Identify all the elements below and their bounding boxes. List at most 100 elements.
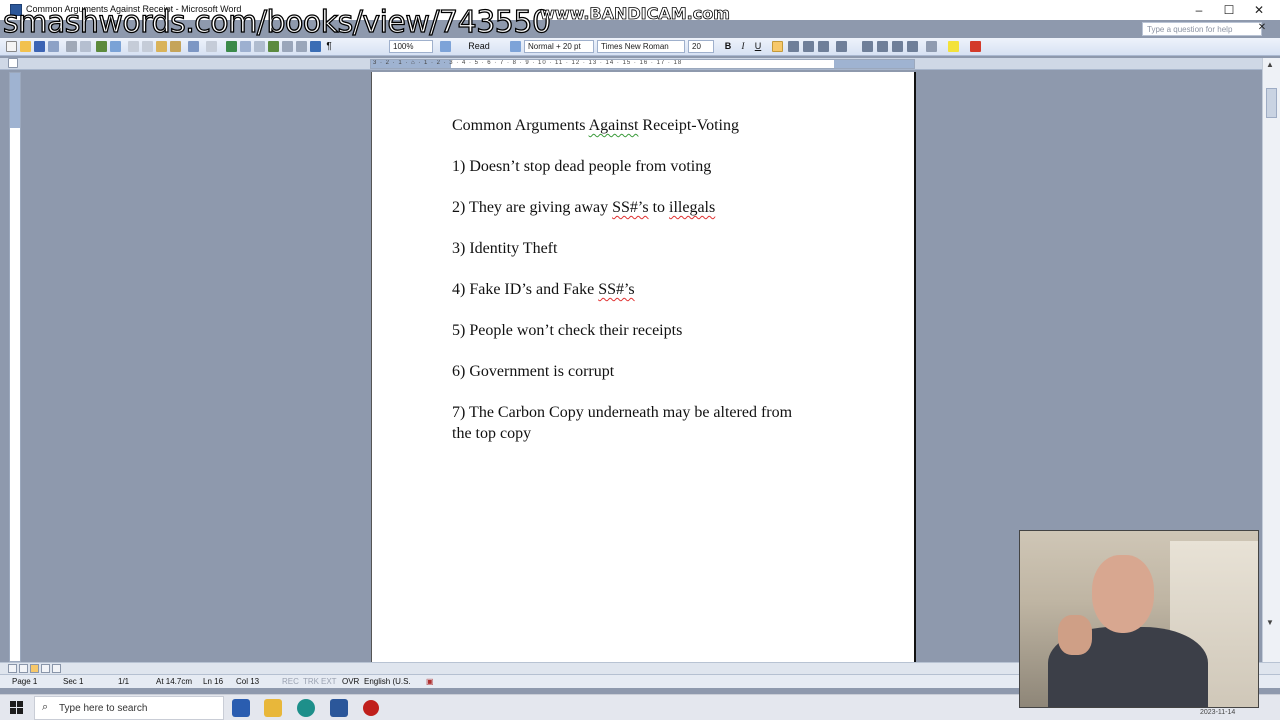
numbering-icon[interactable] <box>862 41 873 52</box>
drawing-icon[interactable] <box>296 41 307 52</box>
justify-icon[interactable] <box>818 41 829 52</box>
windows-start-icon[interactable] <box>10 701 24 715</box>
print-icon[interactable] <box>66 41 77 52</box>
doc-item-4: 4) Fake ID’s and Fake SS#’s <box>452 281 635 298</box>
status-page: Page 1 <box>12 677 38 686</box>
print-layout-icon[interactable] <box>30 664 39 673</box>
status-column: Col 13 <box>236 677 260 686</box>
font-select[interactable]: Times New Roman <box>597 40 685 53</box>
formatting-toolbar: ¶ 100% Read Normal + 20 pt Times New Rom… <box>0 38 1280 56</box>
store-icon[interactable] <box>232 699 250 717</box>
file-explorer-icon[interactable] <box>264 699 282 717</box>
doc-heading: Common Arguments Against Receipt-Voting <box>452 117 739 134</box>
highlight-icon[interactable] <box>948 41 959 52</box>
cut-icon[interactable] <box>128 41 139 52</box>
scroll-up-icon[interactable]: ▲ <box>1266 60 1274 69</box>
cam-person-head <box>1092 555 1154 633</box>
paste-icon[interactable] <box>156 41 167 52</box>
font-color-icon[interactable] <box>970 41 981 52</box>
help-icon[interactable] <box>440 41 451 52</box>
spelling-icon[interactable] <box>96 41 107 52</box>
styles-pane-icon[interactable] <box>510 41 521 52</box>
status-rec[interactable]: REC <box>282 677 299 686</box>
horizontal-ruler-bar: 3 · 2 · 1 · ⌂ · 1 · 2 · 3 · 4 · 5 · 6 · … <box>0 58 1280 70</box>
research-icon[interactable] <box>110 41 121 52</box>
underline-button[interactable]: U <box>752 40 764 53</box>
outline-view-icon[interactable] <box>41 664 50 673</box>
status-trk[interactable]: TRK <box>303 677 319 686</box>
status-pages: 1/1 <box>118 677 130 686</box>
print-preview-icon[interactable] <box>80 41 91 52</box>
align-left-icon[interactable] <box>772 41 783 52</box>
document-map-icon[interactable] <box>310 41 321 52</box>
vertical-scrollbar[interactable]: ▲ ▼ <box>1262 58 1280 662</box>
new-document-icon[interactable] <box>6 41 17 52</box>
spelling-status-icon[interactable]: ▣ <box>426 677 434 686</box>
font-size-select[interactable]: 20 <box>688 40 714 53</box>
redo-icon[interactable] <box>206 41 217 52</box>
right-margin-shade <box>834 60 914 68</box>
document-close-button[interactable]: ✕ <box>1252 20 1272 36</box>
vertical-ruler[interactable] <box>9 72 21 662</box>
status-at: At 14.7cm <box>156 677 193 686</box>
tab-selector-icon[interactable] <box>8 58 18 68</box>
format-painter-icon[interactable] <box>170 41 181 52</box>
search-icon: ⌕ <box>42 701 49 713</box>
doc-item-3: 3) Identity Theft <box>452 240 558 257</box>
record-icon[interactable] <box>363 700 379 716</box>
scroll-thumb[interactable] <box>1266 88 1277 118</box>
doc-item-6: 6) Government is corrupt <box>452 363 615 380</box>
cam-person-hand <box>1058 615 1092 655</box>
copy-icon[interactable] <box>142 41 153 52</box>
increase-indent-icon[interactable] <box>907 41 918 52</box>
webcam-overlay <box>1019 530 1259 708</box>
line-spacing-icon[interactable] <box>836 41 847 52</box>
permission-icon[interactable] <box>48 41 59 52</box>
top-margin-shade <box>10 73 20 128</box>
taskbar-search[interactable]: ⌕ Type here to search <box>34 696 224 720</box>
align-center-icon[interactable] <box>788 41 799 52</box>
hyperlink-icon[interactable] <box>226 41 237 52</box>
undo-icon[interactable] <box>188 41 199 52</box>
word-taskbar-icon[interactable] <box>330 699 348 717</box>
web-view-icon[interactable] <box>19 664 28 673</box>
close-button[interactable]: ✕ <box>1244 2 1274 18</box>
url-watermark: smashwords.com/books/view/743550 <box>2 4 551 40</box>
edge-icon[interactable] <box>297 699 315 717</box>
bullets-icon[interactable] <box>877 41 888 52</box>
status-ext[interactable]: EXT <box>321 677 337 686</box>
scroll-down-icon[interactable]: ▼ <box>1266 618 1274 627</box>
align-right-icon[interactable] <box>803 41 814 52</box>
show-hide-icon[interactable]: ¶ <box>324 40 334 53</box>
ruler-ticks: 3 · 2 · 1 · ⌂ · 1 · 2 · 3 · 4 · 5 · 6 · … <box>373 60 683 66</box>
doc-item-1: 1) Doesn’t stop dead people from voting <box>452 158 712 175</box>
insert-table-icon[interactable] <box>254 41 265 52</box>
screen: Common Arguments Against Receipt - Micro… <box>0 0 1280 720</box>
status-ovr[interactable]: OVR <box>342 677 359 686</box>
status-line: Ln 16 <box>203 677 224 686</box>
document-page[interactable]: Common Arguments Against Receipt-Voting … <box>371 72 916 662</box>
bandicam-watermark: www.BANDICAM.com <box>540 4 731 24</box>
normal-view-icon[interactable] <box>8 664 17 673</box>
border-icon[interactable] <box>926 41 937 52</box>
doc-item-5: 5) People won’t check their receipts <box>452 322 683 339</box>
tables-borders-icon[interactable] <box>240 41 251 52</box>
zoom-select[interactable]: 100% <box>389 40 433 53</box>
save-icon[interactable] <box>34 41 45 52</box>
italic-button[interactable]: I <box>737 40 749 53</box>
maximize-button[interactable]: ☐ <box>1214 2 1244 18</box>
open-folder-icon[interactable] <box>20 41 31 52</box>
help-question-input[interactable]: Type a question for help <box>1142 22 1262 36</box>
horizontal-ruler[interactable]: 3 · 2 · 1 · ⌂ · 1 · 2 · 3 · 4 · 5 · 6 · … <box>370 59 915 69</box>
columns-icon[interactable] <box>282 41 293 52</box>
bold-button[interactable]: B <box>722 40 734 53</box>
decrease-indent-icon[interactable] <box>892 41 903 52</box>
doc-item-7-line-1: 7) The Carbon Copy underneath may be alt… <box>452 404 793 421</box>
read-button[interactable]: Read <box>462 40 496 53</box>
reading-view-icon[interactable] <box>52 664 61 673</box>
doc-item-2: 2) They are giving away SS#’s to illegal… <box>452 199 716 216</box>
taskbar-date: 2023-11-14 <box>1200 709 1236 716</box>
style-select[interactable]: Normal + 20 pt <box>524 40 594 53</box>
insert-excel-icon[interactable] <box>268 41 279 52</box>
minimize-button[interactable]: – <box>1184 2 1214 18</box>
